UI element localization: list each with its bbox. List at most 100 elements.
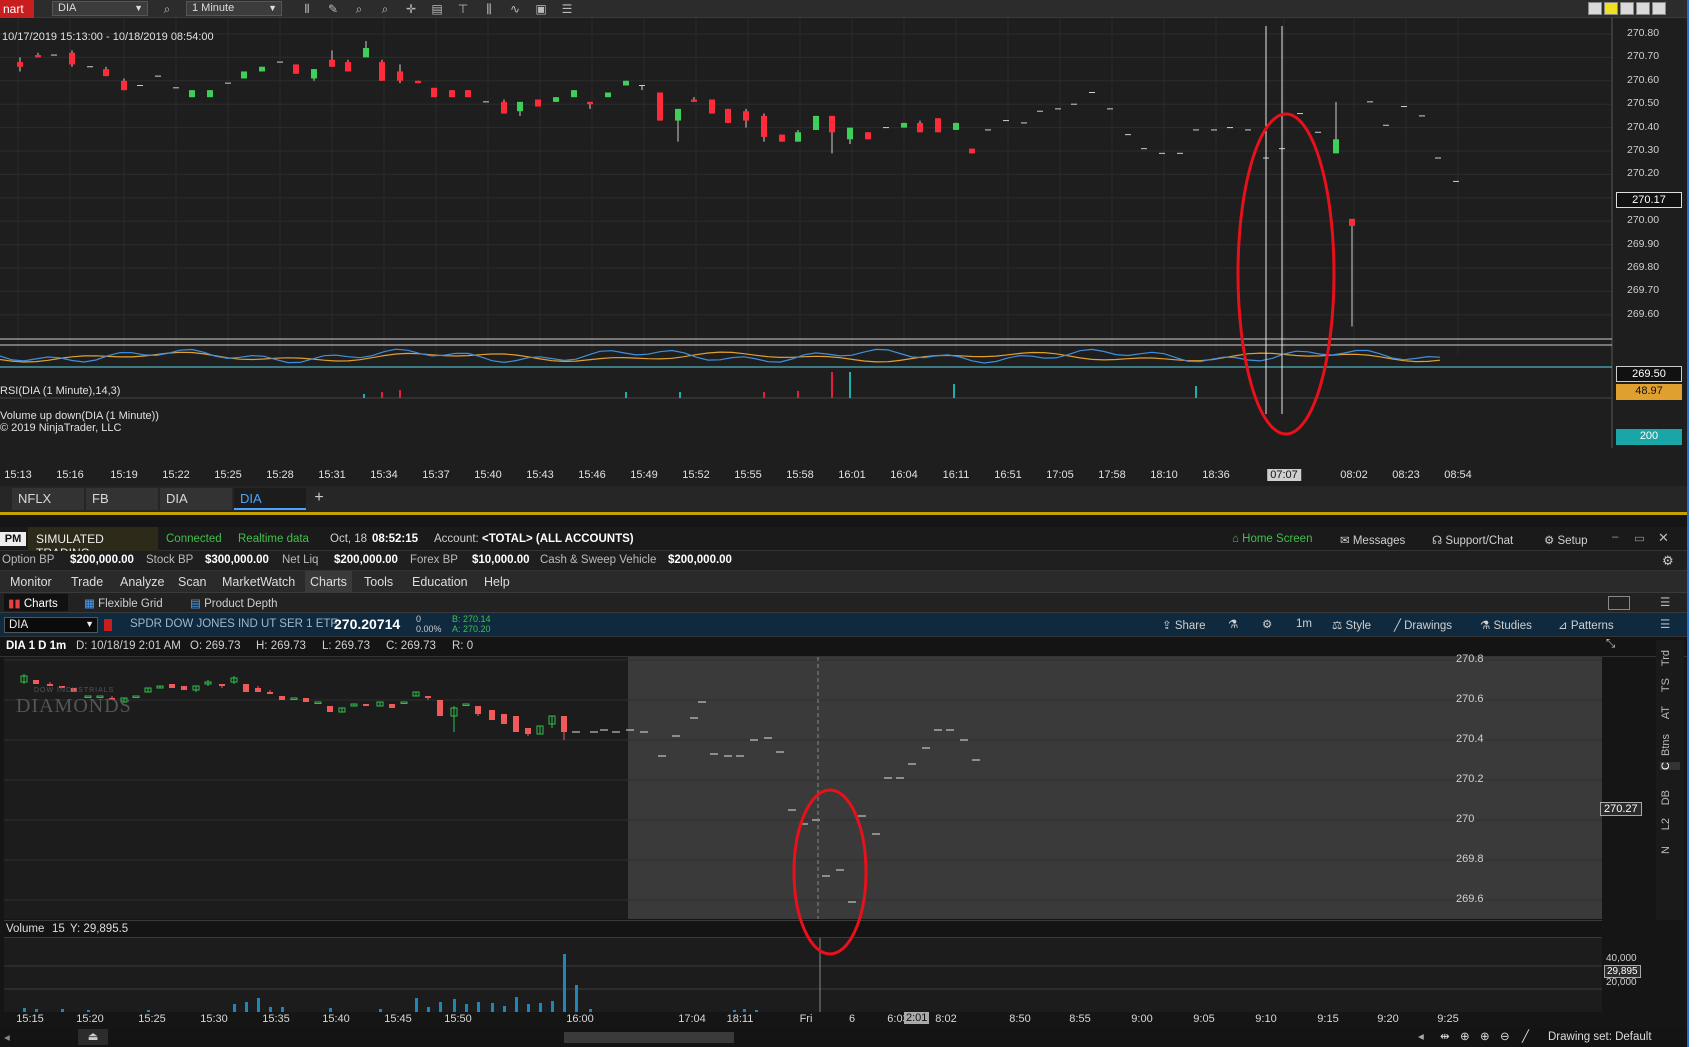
tab-nflx[interactable]: NFLX bbox=[12, 488, 84, 510]
setup-button[interactable]: ⚙ Setup bbox=[1544, 533, 1588, 547]
candle-up bbox=[290, 697, 298, 700]
studies-button[interactable]: ⚗ Studies bbox=[1480, 618, 1532, 632]
subtab-flexible-grid[interactable]: ▦ Flexible Grid bbox=[84, 596, 163, 610]
menu-charts[interactable]: Charts bbox=[305, 571, 352, 593]
menu-analyze[interactable]: Analyze bbox=[120, 575, 164, 589]
diamonds-watermark: DIAMONDS bbox=[16, 695, 132, 717]
candle-up bbox=[813, 115, 819, 130]
scroll-right-icon[interactable]: ◂ bbox=[1418, 1029, 1424, 1043]
candle-up bbox=[623, 80, 629, 86]
menu-icon[interactable]: ☰ bbox=[1660, 595, 1670, 609]
gear-icon[interactable]: ⚙ bbox=[1262, 617, 1272, 631]
list-icon[interactable]: ☰ bbox=[560, 2, 574, 16]
draw-icon[interactable]: ╱ bbox=[1522, 1029, 1529, 1043]
symbol-input[interactable]: DIA ▼ bbox=[4, 617, 98, 633]
time-label: 15:37 bbox=[422, 469, 450, 481]
window-color-button[interactable] bbox=[1588, 2, 1602, 15]
close-button[interactable]: ✕ bbox=[1658, 530, 1669, 546]
gear-icon[interactable]: ⚙ bbox=[1662, 553, 1674, 569]
close-button[interactable] bbox=[1652, 2, 1666, 15]
crosshair-icon[interactable]: ✛ bbox=[404, 2, 418, 16]
home-screen-label: Home Screen bbox=[1242, 533, 1313, 545]
candle-up bbox=[901, 122, 907, 128]
minimize-button[interactable] bbox=[1620, 2, 1634, 15]
link-color-icon[interactable] bbox=[104, 619, 112, 631]
layout-icon[interactable] bbox=[1608, 596, 1630, 610]
menu-monitor[interactable]: Monitor bbox=[10, 575, 52, 589]
crosshair-icon[interactable]: ⊕ bbox=[1460, 1029, 1470, 1043]
volume-bar bbox=[1195, 386, 1197, 398]
zoom-out-icon[interactable]: ⌕ bbox=[378, 2, 392, 16]
menu-marketwatch[interactable]: MarketWatch bbox=[222, 575, 295, 589]
tab-fb[interactable]: FB bbox=[86, 488, 158, 510]
volume-bar bbox=[257, 998, 260, 1012]
maximize-button[interactable] bbox=[1636, 2, 1650, 15]
side-tab-trd[interactable]: Trd bbox=[1660, 650, 1680, 666]
pm-badge: PM bbox=[0, 532, 26, 546]
drawing-tools-icon[interactable]: ⊤ bbox=[456, 2, 470, 16]
drawings-button[interactable]: ╱ Drawings bbox=[1394, 618, 1452, 632]
scroll-left-icon[interactable]: ◂ bbox=[4, 1030, 10, 1044]
rsi-line bbox=[0, 348, 1441, 364]
candle-down bbox=[219, 684, 225, 686]
subtab-charts[interactable]: ▮▮ Charts bbox=[4, 594, 68, 611]
flask-icon[interactable]: ⚗ bbox=[1228, 617, 1238, 631]
option-bp-label: Option BP bbox=[2, 554, 55, 566]
menu-tools[interactable]: Tools bbox=[364, 575, 393, 589]
time-label: 18:36 bbox=[1202, 469, 1230, 481]
candle-up bbox=[241, 71, 247, 79]
zoom-in-icon[interactable]: ⊕ bbox=[1480, 1029, 1490, 1043]
side-tab-l2[interactable]: L2 bbox=[1660, 818, 1680, 830]
side-tab-n[interactable]: N bbox=[1660, 846, 1680, 854]
candle-down bbox=[865, 132, 871, 140]
side-tab-db[interactable]: DB bbox=[1660, 790, 1680, 805]
search-icon[interactable]: ⌕ bbox=[160, 2, 174, 16]
properties-icon[interactable]: ▣ bbox=[534, 2, 548, 16]
candle-down bbox=[329, 59, 335, 67]
tab-dia-active[interactable]: DIA bbox=[234, 488, 306, 510]
data-box-icon[interactable]: ▤ bbox=[430, 2, 444, 16]
add-tab-icon[interactable]: + bbox=[308, 488, 330, 510]
support-chat-button[interactable]: ☊ Support/Chat bbox=[1432, 533, 1513, 547]
home-screen-link[interactable]: ⌂ Home Screen bbox=[1232, 533, 1312, 545]
menu-trade[interactable]: Trade bbox=[71, 575, 103, 589]
minimize-button[interactable]: – bbox=[1612, 531, 1618, 543]
zoom-out-icon[interactable]: ⊖ bbox=[1500, 1029, 1510, 1043]
side-tab-ts[interactable]: TS bbox=[1660, 678, 1680, 692]
side-tab-at[interactable]: AT bbox=[1660, 706, 1680, 719]
style-button[interactable]: ⚖ Style bbox=[1332, 618, 1371, 632]
tab-dia[interactable]: DIA bbox=[160, 488, 232, 510]
volume-y-value: Y: 29,895.5 bbox=[70, 923, 129, 935]
drawing-set-label[interactable]: Drawing set: Default bbox=[1548, 1031, 1652, 1043]
maximize-button[interactable]: ▭ bbox=[1634, 531, 1645, 545]
price-label: 269.8 bbox=[1456, 853, 1484, 865]
time-label: 15:40 bbox=[474, 469, 502, 481]
timeframe-button[interactable]: 1m bbox=[1296, 618, 1312, 630]
interval-selector[interactable]: 1 Minute ▼ bbox=[186, 1, 282, 16]
horizontal-scrollbar[interactable] bbox=[564, 1032, 734, 1043]
indicators-icon[interactable]: ⫼ bbox=[482, 2, 496, 16]
share-button[interactable]: ⇪ Share bbox=[1162, 618, 1206, 632]
zoom-in-icon[interactable]: ⌕ bbox=[352, 2, 366, 16]
side-tab-c[interactable]: C bbox=[1660, 762, 1680, 770]
cash-sweep-value: $200,000.00 bbox=[668, 554, 732, 566]
menu-scan[interactable]: Scan bbox=[178, 575, 207, 589]
bars-type-icon[interactable]: ⫴ bbox=[300, 2, 314, 16]
instrument-selector[interactable]: DIA ▼ bbox=[52, 1, 148, 16]
fit-horizontal-icon[interactable]: ⇹ bbox=[1440, 1029, 1450, 1043]
menu-icon[interactable]: ☰ bbox=[1660, 617, 1670, 631]
subtab-product-depth[interactable]: ▤ Product Depth bbox=[190, 596, 278, 610]
menu-education[interactable]: Education bbox=[412, 575, 468, 589]
net-change-pct: 0.00% bbox=[416, 624, 442, 634]
expand-icon[interactable]: ⏏ bbox=[78, 1029, 108, 1045]
strategies-icon[interactable]: ∿ bbox=[508, 2, 522, 16]
collapse-icon[interactable]: ⤡ bbox=[1606, 638, 1615, 651]
account-selector[interactable]: <TOTAL> (ALL ACCOUNTS) bbox=[482, 533, 634, 545]
nt-chart-panel[interactable]: 10/17/2019 15:13:00 - 10/18/2019 08:54:0… bbox=[0, 18, 1687, 481]
messages-button[interactable]: ✉ Messages bbox=[1340, 533, 1405, 547]
pencil-icon[interactable]: ✎ bbox=[326, 2, 340, 16]
window-link-button[interactable] bbox=[1604, 2, 1618, 15]
side-tab-btns[interactable]: Btns bbox=[1660, 734, 1680, 756]
menu-help[interactable]: Help bbox=[484, 575, 510, 589]
patterns-button[interactable]: ⊿ Patterns bbox=[1558, 618, 1614, 632]
